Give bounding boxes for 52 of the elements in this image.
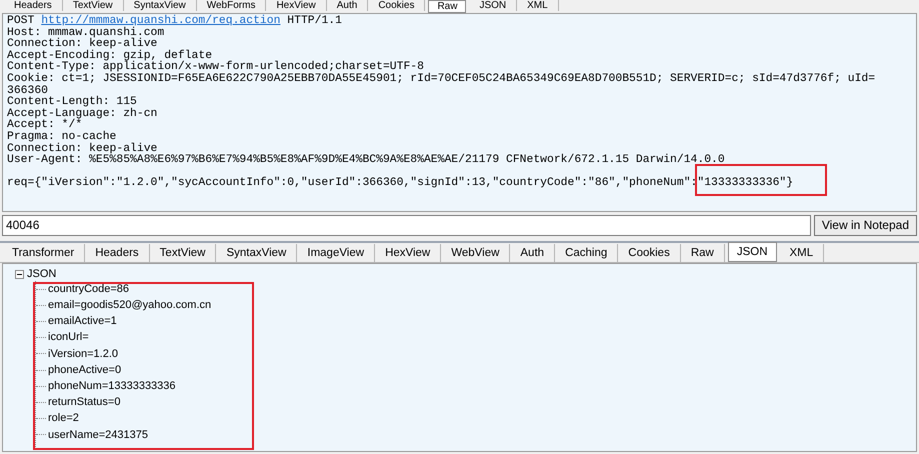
header-line: Accept-Language: zh-cn [7,108,158,120]
header-line: Connection: keep-alive [7,39,158,50]
tab[interactable]: Raw [680,244,725,262]
tab[interactable]: WebForms [196,0,266,11]
request-method: POST [7,15,34,27]
header-line: Accept-Encoding: gzip, deflate [7,50,212,62]
tab[interactable]: XML [780,244,824,262]
tab[interactable]: Cookies [618,244,681,262]
tree-item[interactable]: phoneNum=13333333336 [48,378,176,394]
tab[interactable]: HexView [266,0,327,11]
tab[interactable]: Caching [555,244,618,262]
tree-item[interactable]: email=goodis520@yahoo.com.cn [48,297,212,314]
tree-item[interactable]: countryCode=86 [48,280,130,298]
tab[interactable]: Headers [4,0,63,11]
find-field[interactable]: 40046 [2,214,811,236]
header-line: 366360 [7,86,48,97]
tab[interactable]: Auth [326,0,368,11]
tab[interactable]: Headers [85,244,150,262]
tree-item[interactable]: phoneActive=0 [48,362,122,378]
tab[interactable]: TextView [150,244,216,262]
header-line: Content-Length: 115 [7,97,137,108]
tab[interactable]: TextView [62,0,124,11]
tree-item[interactable]: returnStatus=0 [48,394,120,411]
header-line: User-Agent: %E5%85%A8%E6%97%B6%E7%94%B5%E8%AF%9D%E4%BC%9A%E8%AE%AE/21179 CFNetwork/672.1.15 Darwin/14.0.0 [7,155,725,167]
tree-item[interactable]: userName=2431375 [48,426,148,444]
collapse-icon[interactable] [15,270,24,278]
header-line: Host: mmmaw.quanshi.com [7,28,164,39]
header-line: Connection: keep-alive [7,144,158,155]
tab[interactable]: JSON [728,242,777,262]
view-in-notepad-button[interactable]: View in Notepad [814,214,917,236]
request-url-link[interactable]: http://mmmaw.quanshi.com/req.action [41,15,280,27]
tree-item[interactable]: emailActive=1 [48,313,117,330]
tab[interactable]: SyntaxView [216,244,298,262]
tab[interactable]: XML [517,0,559,11]
header-line: Cookie: ct=1; JSESSIONID=F65EA6E622C790A25EBB70DA55E45901; rId=70CEF05C24BA65349C69EA8D700B551D; SERVERID=c; sId=47d3776f; uId= [7,74,876,85]
header-line: Pragma: no-cache [7,132,116,143]
tab[interactable]: JSON [469,0,518,11]
tab[interactable]: Raw [428,0,466,13]
tab[interactable]: SyntaxView [124,0,197,11]
header-line: Accept: */* [7,120,82,132]
tree-item[interactable]: iconUrl= [48,329,89,346]
tree-item[interactable]: iVersion=1.2.0 [48,346,118,362]
tab[interactable]: ImageView [297,244,376,262]
tab[interactable]: Auth [510,244,556,262]
request-protocol: HTTP/1.1 [287,15,342,27]
tab[interactable]: HexView [375,244,442,262]
tree-item[interactable]: role=2 [48,410,79,427]
tree-root-label[interactable]: JSON [27,266,56,282]
tab[interactable]: WebView [441,244,510,262]
tab[interactable]: Transformer [2,244,86,262]
tab[interactable]: Cookies [368,0,426,11]
header-line: Content-Type: application/x-www-form-urlencoded;charset=UTF-8 [7,62,424,74]
